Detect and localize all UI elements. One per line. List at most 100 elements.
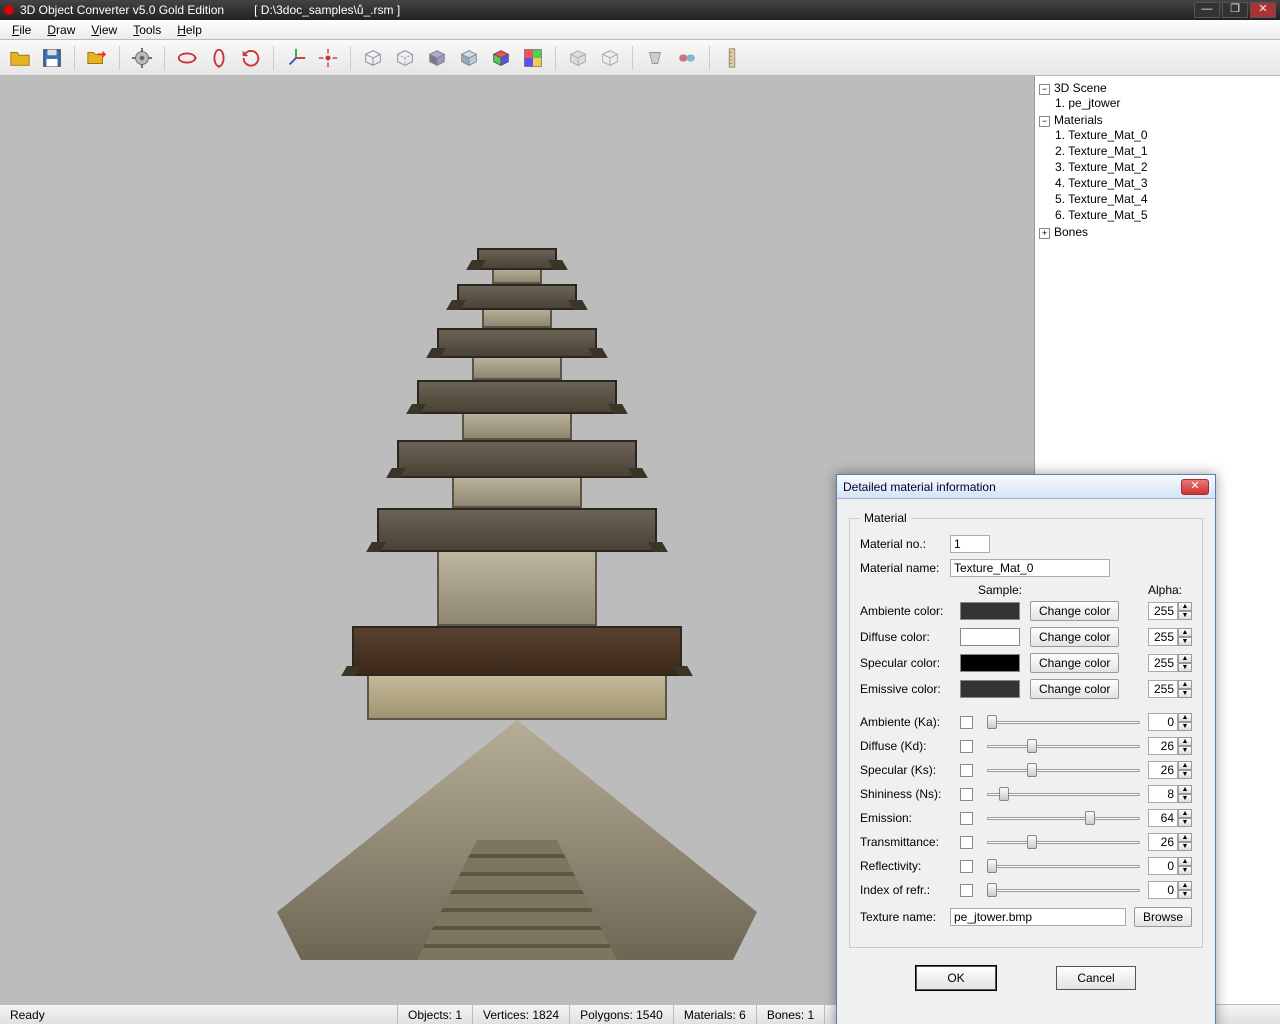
ks-value-input[interactable]	[1148, 761, 1178, 779]
batch-button[interactable]	[83, 44, 111, 72]
refl-value-input[interactable]	[1148, 857, 1178, 875]
spin-down-icon[interactable]: ▼	[1178, 842, 1192, 851]
tree-material-item[interactable]: 1. Texture_Mat_0	[1055, 127, 1276, 143]
cube1-button[interactable]	[564, 44, 592, 72]
kd-value-input[interactable]	[1148, 737, 1178, 755]
hidden-line-button[interactable]	[391, 44, 419, 72]
smooth-button[interactable]	[455, 44, 483, 72]
spin-down-icon[interactable]: ▼	[1178, 722, 1192, 731]
tree-material-item[interactable]: 2. Texture_Mat_1	[1055, 143, 1276, 159]
expand-icon[interactable]: +	[1039, 228, 1050, 239]
ka-value-input[interactable]	[1148, 713, 1178, 731]
spec-color-swatch[interactable]	[960, 654, 1020, 672]
wireframe-button[interactable]	[359, 44, 387, 72]
spin-up-icon[interactable]: ▲	[1178, 680, 1192, 689]
tree-material-item[interactable]: 3. Texture_Mat_2	[1055, 159, 1276, 175]
close-button[interactable]: ✕	[1250, 2, 1276, 18]
browse-button[interactable]: Browse	[1134, 907, 1192, 927]
kd-slider[interactable]	[987, 737, 1140, 755]
open-button[interactable]	[6, 44, 34, 72]
spin-down-icon[interactable]: ▼	[1178, 689, 1192, 698]
ns-slider[interactable]	[987, 785, 1140, 803]
minimize-button[interactable]: —	[1194, 2, 1220, 18]
spin-down-icon[interactable]: ▼	[1178, 866, 1192, 875]
spin-up-icon[interactable]: ▲	[1178, 857, 1192, 866]
trans-slider[interactable]	[987, 833, 1140, 851]
spin-up-icon[interactable]: ▲	[1178, 785, 1192, 794]
emi-change-color-button[interactable]: Change color	[1030, 679, 1119, 699]
spec-alpha-input[interactable]	[1148, 654, 1178, 672]
ns-checkbox[interactable]	[960, 788, 973, 801]
amb-alpha-input[interactable]	[1148, 602, 1178, 620]
spin-up-icon[interactable]: ▲	[1178, 833, 1192, 842]
emission-slider[interactable]	[987, 809, 1140, 827]
maximize-button[interactable]: ❐	[1222, 2, 1248, 18]
refl-checkbox[interactable]	[960, 860, 973, 873]
menu-tools[interactable]: Tools	[125, 21, 169, 39]
dialog-titlebar[interactable]: Detailed material information ✕	[837, 475, 1215, 499]
emission-checkbox[interactable]	[960, 812, 973, 825]
tree-scene[interactable]: −3D Scene 1. pe_jtower	[1039, 80, 1276, 112]
menu-view[interactable]: View	[83, 21, 125, 39]
flat-button[interactable]	[423, 44, 451, 72]
material-name-input[interactable]	[950, 559, 1110, 577]
rotate-x-button[interactable]	[173, 44, 201, 72]
emission-value-input[interactable]	[1148, 809, 1178, 827]
glasses-button[interactable]	[673, 44, 701, 72]
menu-help[interactable]: Help	[169, 21, 210, 39]
spin-down-icon[interactable]: ▼	[1178, 611, 1192, 620]
tree-bones[interactable]: +Bones	[1039, 224, 1276, 240]
texture-name-input[interactable]	[950, 908, 1126, 926]
save-button[interactable]	[38, 44, 66, 72]
amb-change-color-button[interactable]: Change color	[1030, 601, 1119, 621]
kd-checkbox[interactable]	[960, 740, 973, 753]
ka-slider[interactable]	[987, 713, 1140, 731]
rotate-y-button[interactable]	[205, 44, 233, 72]
dif-change-color-button[interactable]: Change color	[1030, 627, 1119, 647]
tree-material-item[interactable]: 4. Texture_Mat_3	[1055, 175, 1276, 191]
ior-slider[interactable]	[987, 881, 1140, 899]
ks-checkbox[interactable]	[960, 764, 973, 777]
textured-button[interactable]	[519, 44, 547, 72]
trans-value-input[interactable]	[1148, 833, 1178, 851]
emi-color-swatch[interactable]	[960, 680, 1020, 698]
misc1-button[interactable]	[641, 44, 669, 72]
spin-up-icon[interactable]: ▲	[1178, 628, 1192, 637]
tree-material-item[interactable]: 6. Texture_Mat_5	[1055, 207, 1276, 223]
rotate-z-button[interactable]	[237, 44, 265, 72]
spin-up-icon[interactable]: ▲	[1178, 881, 1192, 890]
collapse-icon[interactable]: −	[1039, 84, 1050, 95]
ka-checkbox[interactable]	[960, 716, 973, 729]
ns-value-input[interactable]	[1148, 785, 1178, 803]
emi-alpha-input[interactable]	[1148, 680, 1178, 698]
ok-button[interactable]: OK	[916, 966, 996, 990]
ruler-button[interactable]	[718, 44, 746, 72]
tree-material-item[interactable]: 5. Texture_Mat_4	[1055, 191, 1276, 207]
spin-up-icon[interactable]: ▲	[1178, 809, 1192, 818]
spin-down-icon[interactable]: ▼	[1178, 663, 1192, 672]
trans-checkbox[interactable]	[960, 836, 973, 849]
spin-up-icon[interactable]: ▲	[1178, 737, 1192, 746]
ior-value-input[interactable]	[1148, 881, 1178, 899]
cube2-button[interactable]	[596, 44, 624, 72]
refl-slider[interactable]	[987, 857, 1140, 875]
spin-down-icon[interactable]: ▼	[1178, 746, 1192, 755]
settings-button[interactable]	[128, 44, 156, 72]
ks-slider[interactable]	[987, 761, 1140, 779]
spin-up-icon[interactable]: ▲	[1178, 761, 1192, 770]
cancel-button[interactable]: Cancel	[1056, 966, 1136, 990]
spin-down-icon[interactable]: ▼	[1178, 890, 1192, 899]
spin-down-icon[interactable]: ▼	[1178, 794, 1192, 803]
tree-scene-item[interactable]: 1. pe_jtower	[1055, 95, 1276, 111]
spin-down-icon[interactable]: ▼	[1178, 818, 1192, 827]
material-no-input[interactable]	[950, 535, 990, 553]
spin-up-icon[interactable]: ▲	[1178, 654, 1192, 663]
spin-up-icon[interactable]: ▲	[1178, 602, 1192, 611]
dif-color-swatch[interactable]	[960, 628, 1020, 646]
collapse-icon[interactable]: −	[1039, 116, 1050, 127]
amb-color-swatch[interactable]	[960, 602, 1020, 620]
center-button[interactable]	[314, 44, 342, 72]
tree-materials[interactable]: −Materials 1. Texture_Mat_02. Texture_Ma…	[1039, 112, 1276, 224]
menu-file[interactable]: File	[4, 21, 39, 39]
spin-up-icon[interactable]: ▲	[1178, 713, 1192, 722]
